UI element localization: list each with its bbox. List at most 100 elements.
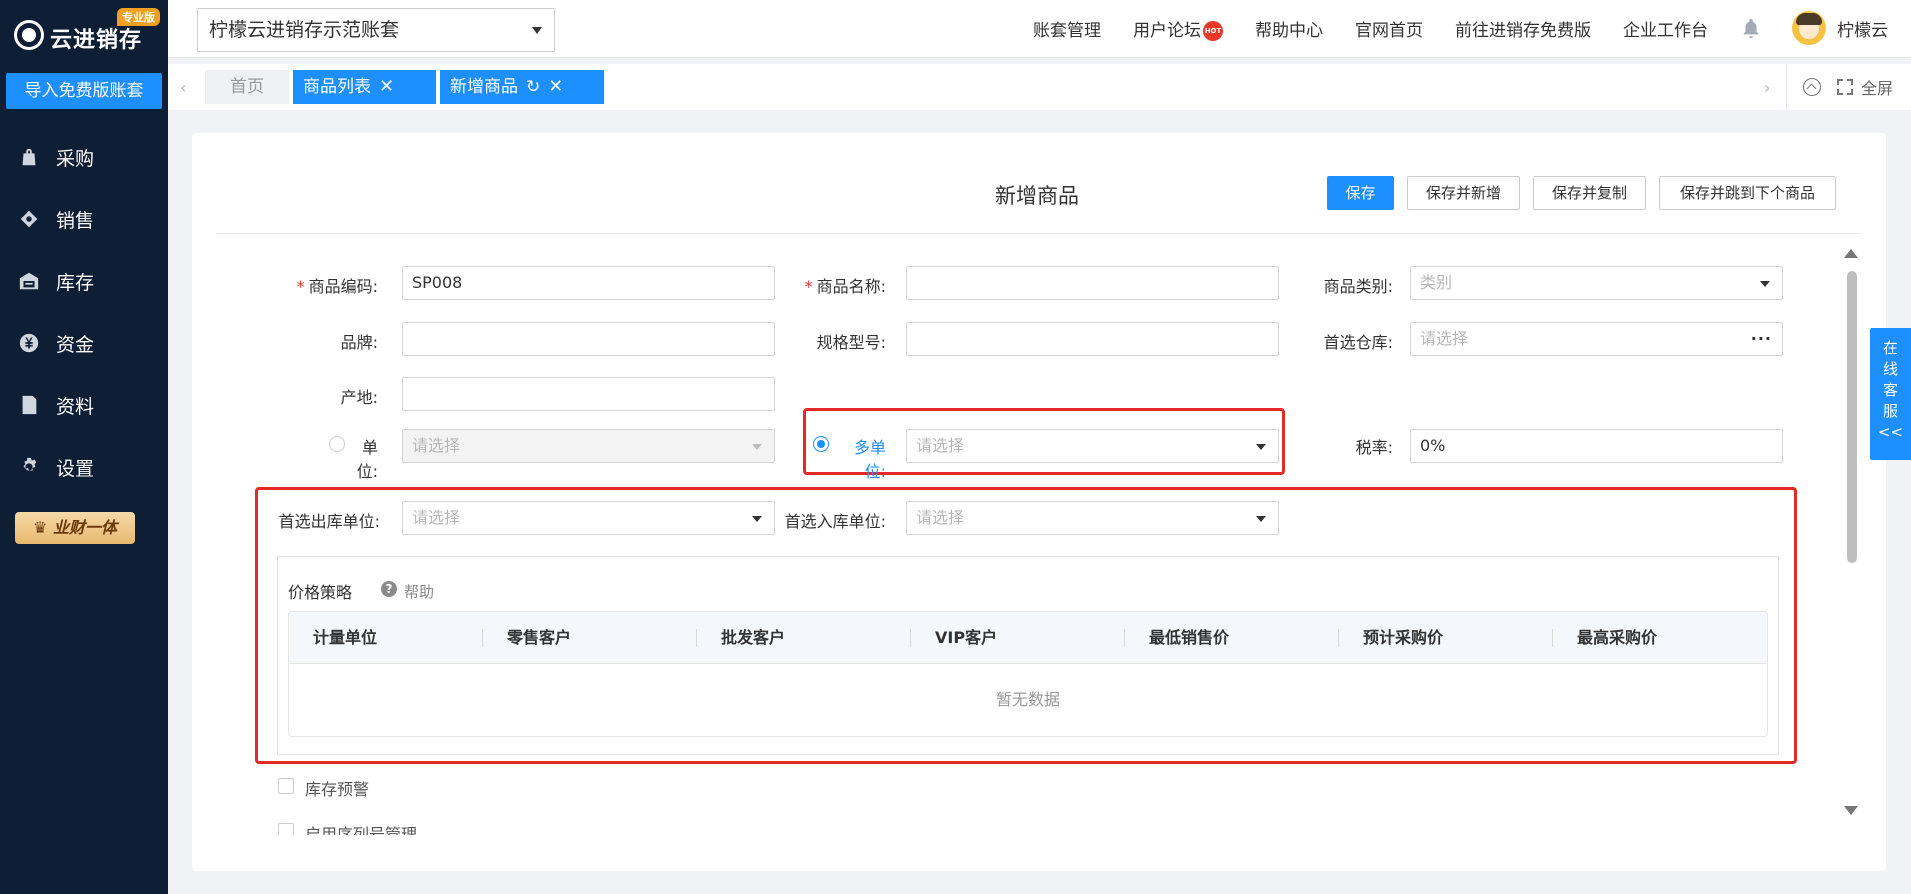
- collapse-up-icon[interactable]: [1803, 78, 1821, 96]
- spec-model-input[interactable]: [906, 322, 1279, 356]
- help-icon[interactable]: ?: [381, 581, 397, 597]
- single-unit-radio[interactable]: [329, 436, 345, 452]
- tab-product-list[interactable]: 商品列表 ✕: [293, 70, 436, 104]
- spec-model-label: 规格型号:: [816, 333, 886, 352]
- brand-input[interactable]: [402, 322, 775, 356]
- clipped-row: 启用序列号管理: [272, 817, 572, 835]
- product-code-label: * 商品编码:: [278, 273, 378, 297]
- scroll-up-arrow[interactable]: [1844, 249, 1858, 258]
- sidebar-item-label: 库存: [56, 271, 95, 294]
- sidebar-item-sales[interactable]: 销售: [0, 188, 168, 250]
- account-select[interactable]: 柠檬云进销存示范账套: [197, 8, 555, 52]
- stock-warning-label[interactable]: 库存预警: [305, 776, 369, 800]
- save-and-copy-button[interactable]: 保存并复制: [1533, 176, 1646, 210]
- column-header[interactable]: 最高采购价: [1553, 612, 1767, 663]
- multi-unit-radio[interactable]: [813, 436, 829, 452]
- help-link[interactable]: 帮助: [404, 581, 434, 602]
- sidebar-item-funds[interactable]: 资金: [0, 312, 168, 374]
- sidebar-item-data[interactable]: 资料: [0, 374, 168, 436]
- close-icon[interactable]: ✕: [379, 70, 394, 104]
- origin-input[interactable]: [402, 377, 775, 411]
- link-enterprise-workbench[interactable]: 企业工作台: [1623, 16, 1708, 41]
- tab-home[interactable]: 首页: [205, 70, 289, 104]
- logo-icon: [14, 20, 44, 50]
- table-header: 计量单位 零售客户 批发客户 VIP客户 最低销售价 预计采购价 最高采购价: [289, 612, 1767, 664]
- preferred-warehouse-label: 首选仓库:: [1323, 333, 1393, 352]
- avatar[interactable]: [1792, 11, 1826, 45]
- sidebar-item-label: 资料: [56, 395, 95, 418]
- sales-tag-icon: [18, 208, 40, 230]
- preferred-in-unit-select[interactable]: 请选择: [906, 501, 1279, 535]
- more-icon[interactable]: ···: [1751, 323, 1772, 355]
- stock-warning-checkbox[interactable]: [278, 778, 294, 794]
- preferred-out-unit-label: 首选出库单位:: [278, 512, 380, 531]
- column-header[interactable]: 批发客户: [697, 612, 911, 663]
- column-header[interactable]: 零售客户: [483, 612, 697, 663]
- unit-label: 单位:: [356, 438, 378, 481]
- hot-badge-icon: HOT: [1203, 20, 1223, 41]
- online-service-button[interactable]: 在 线 客 服 <<: [1870, 328, 1911, 460]
- top-header: 柠檬云进销存示范账套 账套管理 用户论坛 HOT 帮助中心 官网首页 前往进销存免…: [168, 0, 1911, 58]
- product-form-card: 新增商品 保存 保存并新增 保存并复制 保存并跳到下个商品 * 商品编码: SP0…: [192, 133, 1886, 871]
- link-official-home[interactable]: 官网首页: [1355, 16, 1423, 41]
- fullscreen-icon[interactable]: [1837, 79, 1853, 95]
- price-strategy-table: 计量单位 零售客户 批发客户 VIP客户 最低销售价 预计采购价 最高采购价 暂…: [288, 611, 1768, 737]
- fullscreen-button[interactable]: 全屏: [1861, 75, 1893, 99]
- serial-number-label[interactable]: 启用序列号管理: [305, 821, 417, 835]
- refresh-icon[interactable]: ↻: [526, 70, 540, 104]
- column-header[interactable]: VIP客户: [911, 612, 1125, 663]
- scroll-down-arrow[interactable]: [1844, 806, 1858, 815]
- sidebar: 云进销存 专业版 导入免费版账套 采购 销售 库存 资金 资料 设置 ♛ 业财一…: [0, 0, 168, 894]
- category-placeholder: 类别: [1420, 273, 1453, 292]
- sidebar-item-settings[interactable]: 设置: [0, 436, 168, 498]
- chevron-left-icon[interactable]: ‹: [180, 78, 186, 97]
- required-mark: *: [804, 277, 813, 296]
- link-free-version[interactable]: 前往进销存免费版: [1455, 16, 1591, 41]
- username[interactable]: 柠檬云: [1837, 16, 1888, 41]
- save-button[interactable]: 保存: [1327, 176, 1394, 210]
- serial-number-checkbox[interactable]: [278, 823, 294, 835]
- product-name-input[interactable]: [906, 266, 1279, 300]
- empty-table-text: 暂无数据: [995, 690, 1060, 709]
- edition-badge: 专业版: [117, 8, 160, 26]
- promo-banner[interactable]: ♛ 业财一体: [15, 512, 135, 544]
- tax-rate-input[interactable]: 0%: [1410, 429, 1783, 463]
- save-and-new-button[interactable]: 保存并新增: [1407, 176, 1520, 210]
- column-header[interactable]: 最低销售价: [1125, 612, 1339, 663]
- price-strategy-title: 价格策略: [288, 583, 353, 602]
- product-name-label: * 商品名称:: [682, 273, 886, 297]
- tab-add-product[interactable]: 新增商品 ↻ ✕: [440, 70, 604, 104]
- sidebar-item-label: 采购: [56, 147, 95, 170]
- chevron-down-icon: [532, 27, 542, 34]
- sidebar-item-inventory[interactable]: 库存: [0, 250, 168, 312]
- origin-label: 产地:: [340, 388, 378, 407]
- import-free-account-button[interactable]: 导入免费版账套: [6, 73, 162, 109]
- chevron-down-icon: [1256, 444, 1266, 450]
- preferred-warehouse-picker[interactable]: 请选择 ···: [1410, 322, 1783, 356]
- tab-label: 商品列表: [303, 77, 371, 97]
- bell-icon[interactable]: [1740, 16, 1762, 40]
- service-char: 线: [1882, 360, 1898, 378]
- multi-unit-select[interactable]: 请选择: [906, 429, 1279, 463]
- header-links: 账套管理 用户论坛 HOT 帮助中心 官网首页 前往进销存免费版 企业工作台 柠檬…: [1033, 0, 1911, 56]
- tabs-bar: ‹ 首页 商品列表 ✕ 新增商品 ↻ ✕ › 全屏: [168, 64, 1911, 110]
- sidebar-item-label: 设置: [56, 457, 95, 480]
- shopping-bag-icon: [18, 146, 40, 168]
- in-unit-placeholder: 请选择: [916, 508, 965, 527]
- scrollbar-thumb[interactable]: [1847, 271, 1857, 563]
- tax-rate-label: 税率:: [1355, 438, 1393, 457]
- preferred-out-unit-select[interactable]: 请选择: [402, 501, 775, 535]
- chevron-right-icon[interactable]: ›: [1764, 78, 1770, 97]
- unit-select[interactable]: 请选择: [402, 429, 775, 463]
- product-category-select[interactable]: 类别: [1410, 266, 1783, 300]
- app-logo[interactable]: 云进销存 专业版: [10, 8, 160, 54]
- link-help-center[interactable]: 帮助中心: [1255, 16, 1323, 41]
- link-user-forum[interactable]: 用户论坛 HOT: [1133, 16, 1223, 41]
- column-header[interactable]: 预计采购价: [1339, 612, 1553, 663]
- column-header[interactable]: 计量单位: [289, 612, 483, 663]
- save-and-next-button[interactable]: 保存并跳到下个商品: [1659, 176, 1836, 210]
- link-account-management[interactable]: 账套管理: [1033, 16, 1101, 41]
- sidebar-item-purchase[interactable]: 采购: [0, 126, 168, 188]
- chevron-down-icon: [752, 444, 762, 450]
- close-icon[interactable]: ✕: [548, 70, 563, 104]
